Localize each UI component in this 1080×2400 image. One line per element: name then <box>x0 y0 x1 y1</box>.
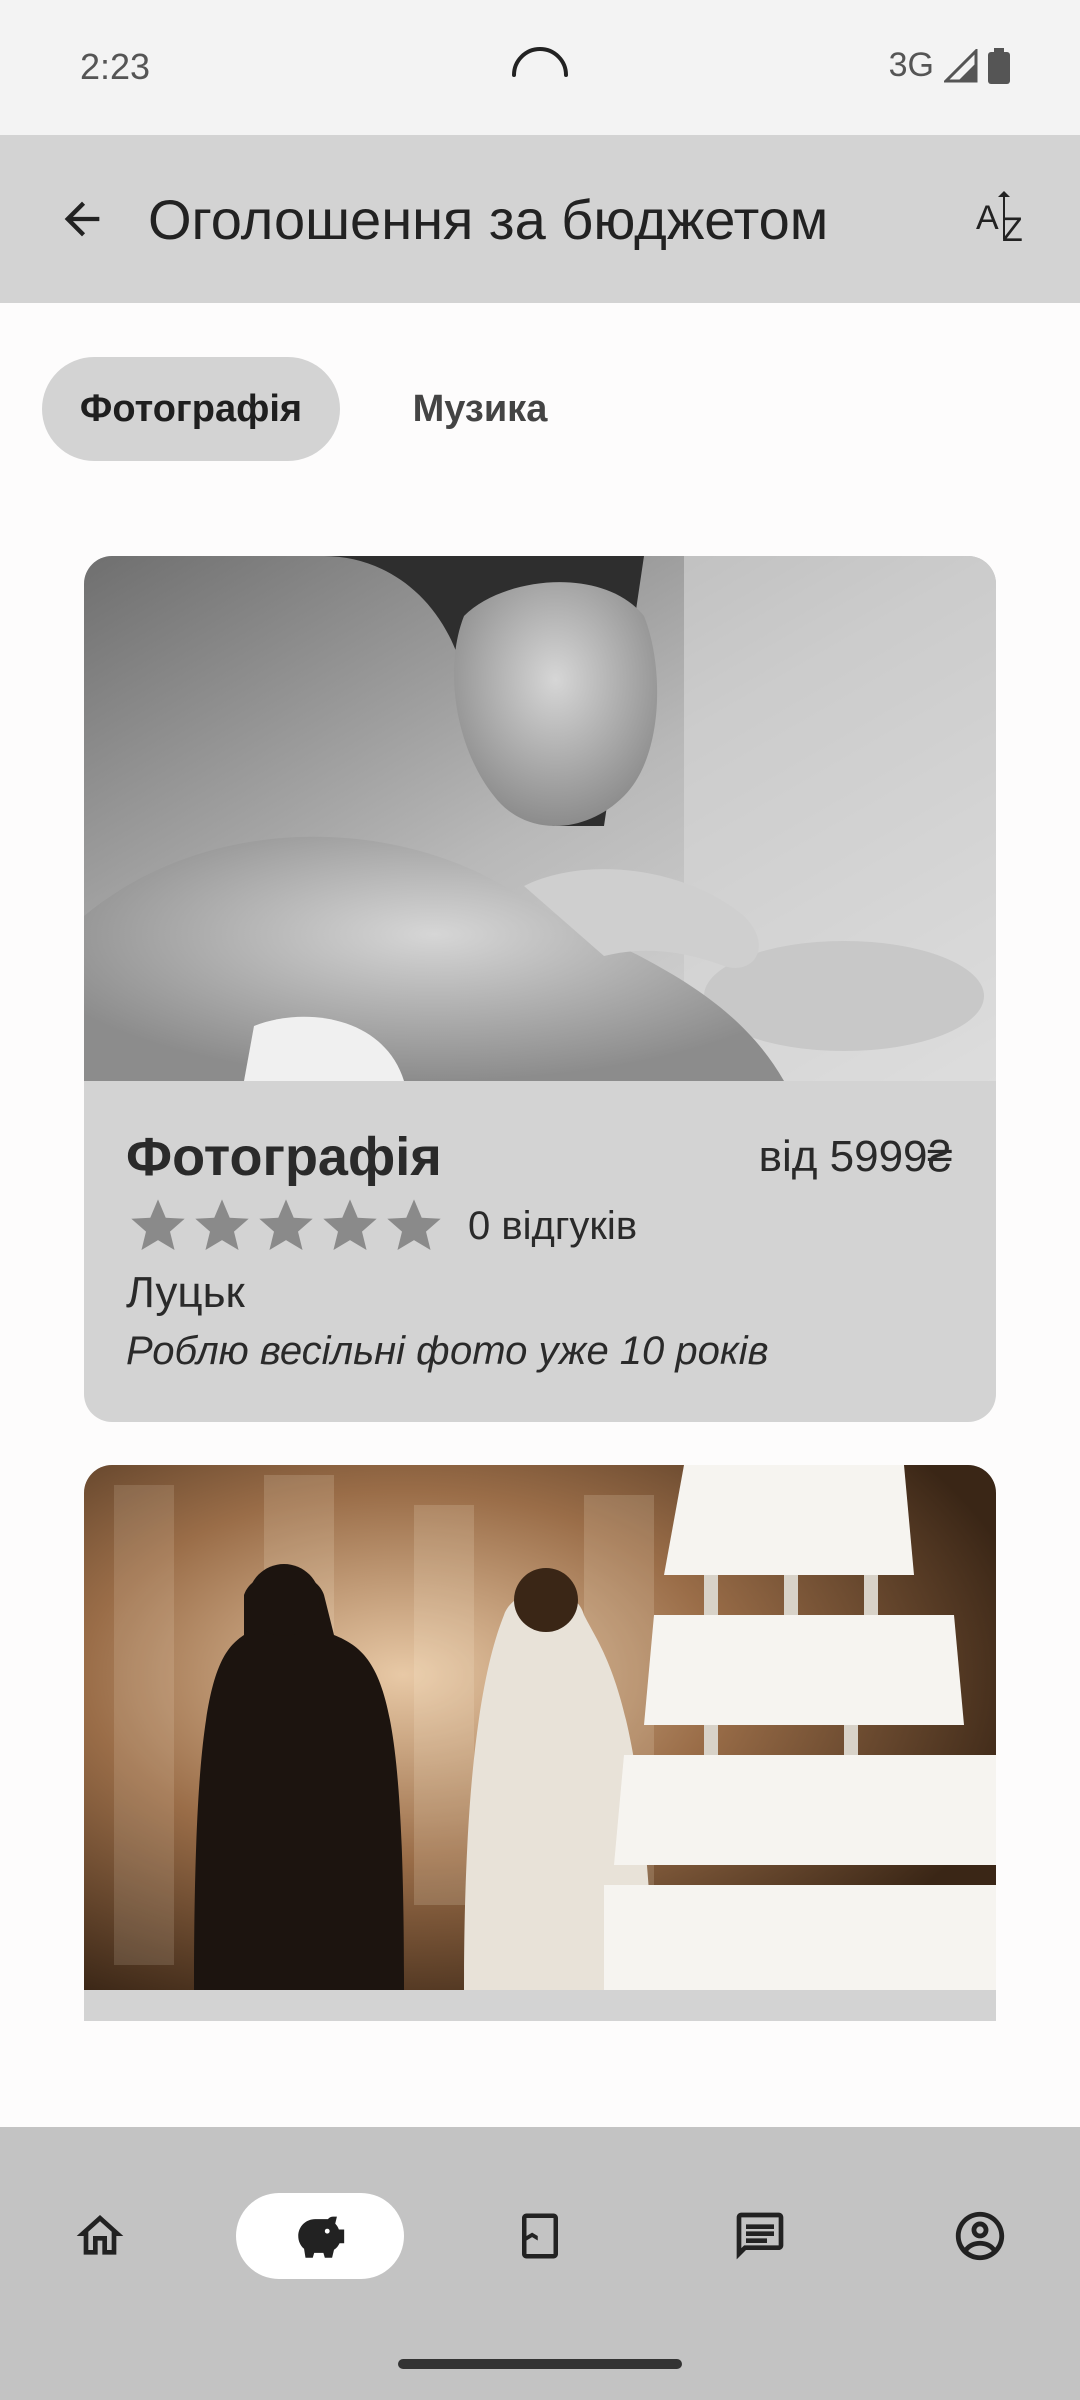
listing-photo <box>84 556 996 1081</box>
nav-home[interactable] <box>16 2193 184 2279</box>
account-icon <box>955 2211 1005 2261</box>
star-icon <box>259 1199 313 1250</box>
listing-photo <box>84 1465 996 1990</box>
arrow-back-icon <box>64 201 100 237</box>
back-button[interactable] <box>42 179 122 259</box>
piggy-bank-icon <box>298 2216 345 2258</box>
loading-spinner-icon <box>512 47 568 77</box>
sort-button[interactable]: A Z <box>964 179 1044 259</box>
app-bar: Оголошення за бюджетом A Z <box>0 135 1080 303</box>
star-icon <box>195 1199 249 1250</box>
signal-icon <box>944 48 978 82</box>
card-description: Роблю весільні фото уже 10 років <box>126 1329 769 1373</box>
sort-az-icon: A Z <box>976 191 1023 249</box>
home-icon <box>76 2215 124 2255</box>
nav-profile[interactable] <box>896 2193 1064 2279</box>
star-icon <box>131 1199 185 1250</box>
listing-card[interactable]: Фотографія від 5999₴ 0 відгуків Луцьк Ро… <box>84 556 996 1422</box>
nav-budget[interactable] <box>236 2193 404 2279</box>
nav-bookmarks[interactable] <box>456 2193 624 2279</box>
chip-music[interactable]: Музика <box>370 357 590 461</box>
reviews-count: 0 відгуків <box>468 1203 638 1248</box>
page-title: Оголошення за бюджетом <box>148 188 829 251</box>
card-price: від 5999₴ <box>758 1132 952 1181</box>
star-icon <box>323 1199 377 1250</box>
card-title: Фотографія <box>126 1127 442 1187</box>
svg-text:Z: Z <box>1002 211 1023 249</box>
home-indicator[interactable] <box>398 2359 682 2369</box>
star-icon <box>387 1199 441 1250</box>
rating: 0 відгуків <box>126 1194 637 1258</box>
chip-photography[interactable]: Фотографія <box>42 357 340 461</box>
nav-messages[interactable] <box>676 2193 844 2279</box>
chat-icon <box>736 2212 784 2260</box>
status-time: 2:23 <box>80 46 151 87</box>
listing-card[interactable] <box>84 1465 996 2021</box>
battery-icon <box>988 47 1010 84</box>
network-type: 3G <box>888 46 934 84</box>
bookmark-icon <box>522 2213 558 2259</box>
status-bar: 2:23 3G <box>0 0 1080 135</box>
svg-text:A: A <box>976 199 999 237</box>
card-city: Луцьк <box>126 1268 245 1317</box>
status-indicators: 3G <box>889 46 1010 85</box>
